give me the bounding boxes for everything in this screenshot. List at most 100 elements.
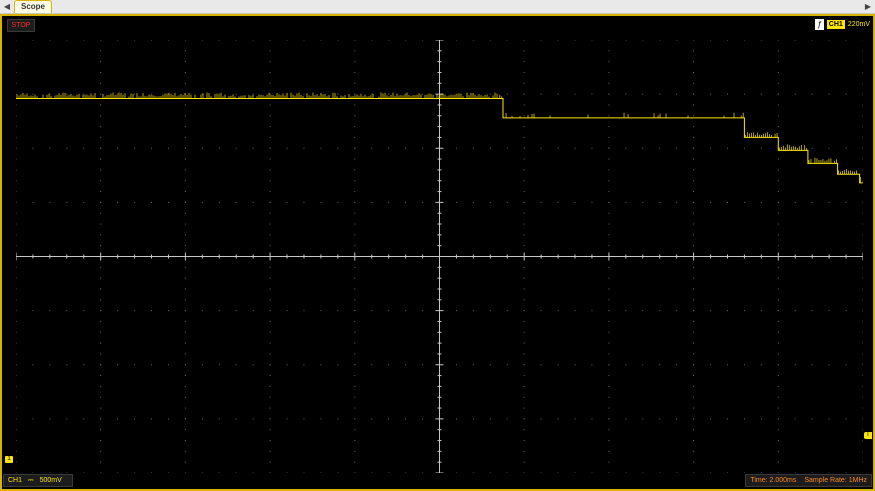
grid-dot bbox=[557, 147, 559, 149]
grid-dot bbox=[523, 223, 525, 225]
grid-dot bbox=[184, 461, 186, 463]
grid-dot bbox=[371, 93, 373, 95]
grid-dot bbox=[625, 201, 627, 203]
grid-dot bbox=[422, 364, 424, 366]
channel-ground-marker[interactable]: 1 bbox=[5, 456, 13, 463]
grid-dot bbox=[100, 40, 102, 41]
grid-dot bbox=[862, 93, 863, 95]
grid-dot bbox=[506, 147, 508, 149]
grid-dot bbox=[184, 201, 186, 203]
grid-dot bbox=[83, 310, 85, 312]
trigger-level-marker[interactable]: T bbox=[864, 432, 872, 439]
grid-dot bbox=[862, 169, 863, 171]
grid-dot bbox=[472, 418, 474, 420]
scroll-right-arrow-icon[interactable]: ▶ bbox=[863, 1, 873, 12]
grid-dot bbox=[693, 223, 695, 225]
grid-dot bbox=[184, 440, 186, 442]
grid-dot bbox=[354, 277, 356, 279]
grid-dot bbox=[184, 158, 186, 160]
grid-dot bbox=[777, 396, 779, 398]
grid-dot bbox=[557, 418, 559, 420]
trigger-readout[interactable]: ƒ CH1 220mV bbox=[814, 19, 870, 30]
grid-dot bbox=[371, 147, 373, 149]
grid-dot bbox=[693, 364, 695, 366]
grid-dot bbox=[184, 299, 186, 301]
grid-dot bbox=[693, 353, 695, 355]
grid-dot bbox=[845, 147, 847, 149]
grid-dot bbox=[337, 364, 339, 366]
grid-dot bbox=[523, 331, 525, 333]
grid-dot bbox=[269, 299, 271, 301]
grid-dot bbox=[354, 407, 356, 409]
grid-dot bbox=[167, 40, 169, 41]
grid-dot bbox=[472, 201, 474, 203]
grid-dot bbox=[100, 450, 102, 452]
grid-dot bbox=[455, 310, 457, 312]
grid-dot bbox=[608, 342, 610, 344]
grid-dot bbox=[184, 191, 186, 193]
grid-dot bbox=[743, 364, 745, 366]
grid-dot bbox=[862, 223, 863, 225]
grid-dot bbox=[693, 375, 695, 377]
grid-dot bbox=[811, 310, 813, 312]
grid-dot bbox=[693, 40, 695, 41]
grid-dot bbox=[693, 245, 695, 247]
grid-dot bbox=[66, 201, 68, 203]
grid-dot bbox=[354, 234, 356, 236]
grid-dot bbox=[16, 201, 17, 203]
grid-dot bbox=[693, 115, 695, 117]
grid-dot bbox=[574, 201, 576, 203]
grid-dot bbox=[49, 201, 51, 203]
grid-dot bbox=[354, 136, 356, 138]
grid-dot bbox=[574, 147, 576, 149]
grid-dot bbox=[354, 288, 356, 290]
grid-dot bbox=[32, 40, 34, 41]
grid-dot bbox=[811, 418, 813, 420]
grid-dot bbox=[693, 396, 695, 398]
grid-dot bbox=[777, 104, 779, 106]
grid-dot bbox=[777, 180, 779, 182]
grid-dot bbox=[235, 147, 237, 149]
grid-dot bbox=[201, 418, 203, 420]
grid-dot bbox=[777, 353, 779, 355]
grid-dot bbox=[354, 126, 356, 128]
waveform-plot-area[interactable] bbox=[16, 40, 863, 473]
grid-dot bbox=[269, 418, 271, 420]
grid-dot bbox=[218, 364, 220, 366]
grid-dot bbox=[777, 40, 779, 41]
grid-dot bbox=[777, 450, 779, 452]
grid-dot bbox=[506, 364, 508, 366]
grid-dot bbox=[337, 310, 339, 312]
scroll-left-arrow-icon[interactable]: ◀ bbox=[2, 1, 12, 12]
grid-dot bbox=[66, 418, 68, 420]
grid-dot bbox=[642, 418, 644, 420]
grid-dot bbox=[16, 147, 17, 149]
grid-dot bbox=[16, 223, 17, 225]
grid-dot bbox=[134, 364, 136, 366]
grid-dot bbox=[642, 93, 644, 95]
grid-dot bbox=[523, 364, 525, 366]
grid-dot bbox=[269, 320, 271, 322]
scope-top-bar: STOP ƒ CH1 220mV bbox=[2, 16, 873, 36]
grid-dot bbox=[811, 364, 813, 366]
grid-dot bbox=[777, 158, 779, 160]
grid-dot bbox=[16, 136, 17, 138]
grid-dot bbox=[134, 93, 136, 95]
grid-dot bbox=[540, 93, 542, 95]
grid-dot bbox=[354, 450, 356, 452]
grid-dot bbox=[422, 418, 424, 420]
grid-dot bbox=[354, 310, 356, 312]
channel-scale-readout[interactable]: CH1 ⎓ 500mV bbox=[3, 474, 73, 487]
grid-dot bbox=[862, 191, 863, 193]
grid-dot bbox=[184, 418, 186, 420]
grid-dot bbox=[608, 364, 610, 366]
grid-dot bbox=[523, 353, 525, 355]
timebase-readout[interactable]: Time: 2.000ms Sample Rate: 1MHz bbox=[745, 474, 872, 487]
grid-dot bbox=[354, 169, 356, 171]
grid-dot bbox=[100, 266, 102, 268]
tab-scope[interactable]: Scope bbox=[14, 0, 52, 13]
grid-dot bbox=[354, 71, 356, 73]
grid-dot bbox=[16, 169, 17, 171]
grid-dot bbox=[794, 418, 796, 420]
run-status-badge[interactable]: STOP bbox=[7, 19, 35, 32]
